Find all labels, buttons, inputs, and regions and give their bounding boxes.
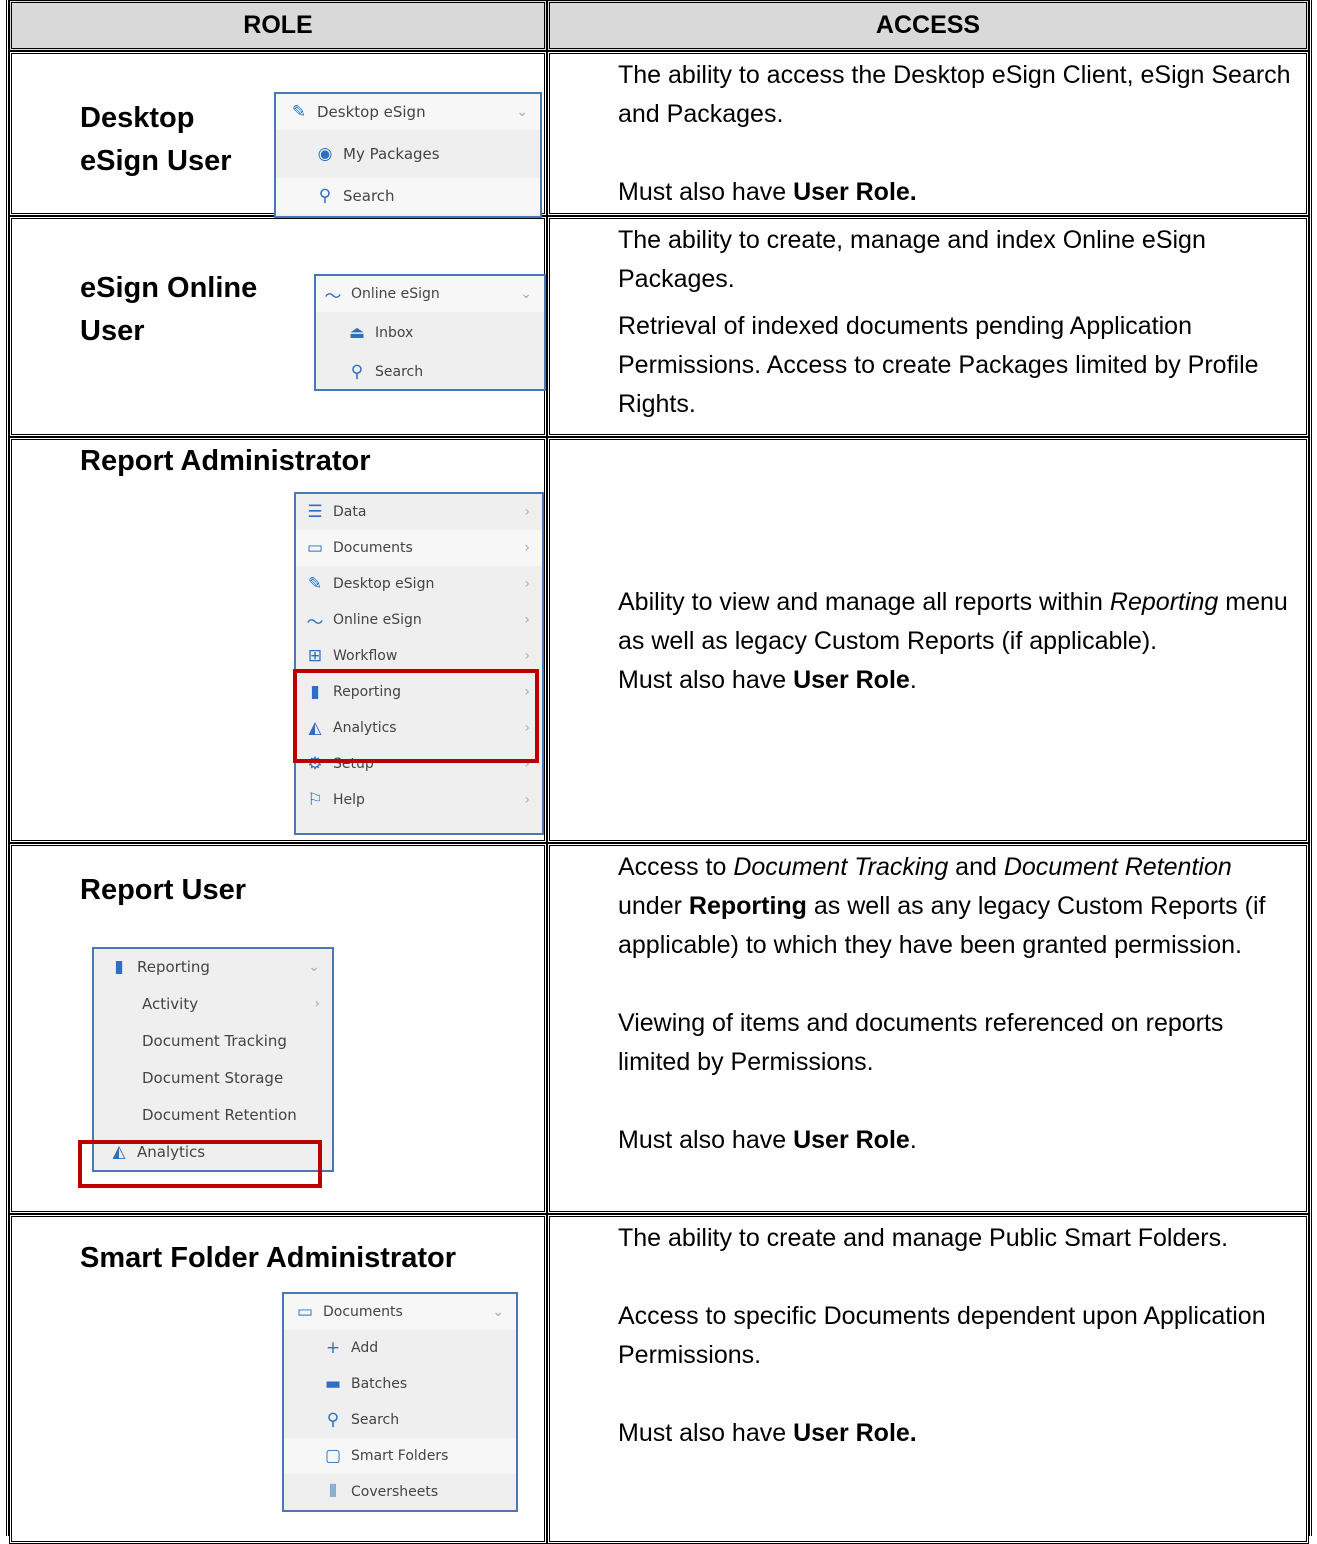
chevron-down-icon: ⌄ [492, 1304, 504, 1320]
menu-item-label: Help [333, 792, 365, 808]
role-name: eSign Online User [80, 272, 258, 347]
access-desktop-esign: The ability to access the Desktop eSign … [547, 51, 1309, 216]
clipboard-icon: ▭ [296, 1302, 314, 1322]
pencil-icon: ✎ [291, 102, 307, 122]
chevron-right-icon: › [314, 996, 320, 1012]
role-name: Desktop eSign User [80, 102, 232, 177]
menu-item-document-storage[interactable]: Document Storage [94, 1060, 332, 1096]
menu-item-documents[interactable]: ▭ Documents › [296, 530, 542, 566]
menu-item-inbox[interactable]: ⏏ Inbox [316, 315, 544, 351]
chevron-right-icon: › [524, 540, 530, 556]
menu-item-desktop-esign[interactable]: ✎ Desktop eSign › [296, 566, 542, 602]
role-name: Report Administrator [80, 445, 371, 477]
menu-item-activity[interactable]: Activity › [94, 986, 332, 1022]
file-icon: ▮ [114, 957, 124, 977]
access-report-user: Access to Document Tracking and Document… [547, 843, 1309, 1214]
menu-item-search[interactable]: ⚲ Search [284, 1402, 516, 1438]
main-nav-menu: ☰ Data › ▭ Documents › ✎ Desktop eSign › 〜 Online … [294, 492, 544, 835]
menu-item-label: Coversheets [351, 1484, 439, 1500]
chevron-down-icon: ⌄ [516, 104, 528, 120]
menu-item-document-retention[interactable]: Document Retention [94, 1097, 332, 1133]
reporting-menu: ▮ Reporting ⌄ Activity › Document Tracking Doc… [92, 947, 334, 1172]
menu-item-online-esign[interactable]: 〜 Online eSign ⌄ [316, 276, 544, 312]
chevron-right-icon: › [524, 612, 530, 628]
menu-item-label: Batches [351, 1376, 408, 1392]
signature-icon: 〜 [324, 286, 342, 307]
folder-icon: ▢ [324, 1446, 342, 1466]
menu-item-label: Activity [142, 995, 199, 1013]
menu-item-online-esign[interactable]: 〜 Online eSign › [296, 602, 542, 638]
chevron-right-icon: › [524, 648, 530, 664]
menu-item-label: Document Retention [142, 1106, 297, 1124]
menu-item-smart-folders[interactable]: ▢ Smart Folders [284, 1438, 516, 1474]
roles-table: ROLE ACCESS Desktop eSign User ✎ Desktop e… [6, 0, 1312, 1544]
highlight-box [293, 669, 539, 763]
access-esign-online: The ability to create, manage and index … [547, 216, 1309, 437]
menu-item-label: Online eSign [333, 612, 422, 628]
signature-icon: 〜 [306, 612, 324, 633]
menu-item-label: Desktop eSign [333, 576, 435, 592]
search-icon: ⚲ [326, 1410, 340, 1430]
inbox-icon: ⏏ [348, 323, 366, 343]
search-icon: ⚲ [350, 362, 364, 382]
menu-item-batches[interactable]: ▬ Batches [284, 1366, 516, 1402]
menu-item-label: Documents [333, 540, 413, 556]
flag-icon: ⚐ [307, 790, 323, 810]
role-name: Report User [80, 874, 246, 906]
role-cell-report-user: Report User ▮ Reporting ⌄ Activity › Document… [9, 843, 547, 1214]
chevron-down-icon: ⌄ [308, 959, 320, 975]
menu-item-documents[interactable]: ▭ Documents ⌄ [284, 1294, 516, 1330]
menu-item-help[interactable]: ⚐ Help › [296, 782, 542, 818]
role-cell-desktop-esign: Desktop eSign User ✎ Desktop eSign ⌄ ◉ My Pa… [9, 51, 547, 218]
menu-item-search[interactable]: ⚲ Search [316, 354, 544, 390]
menu-item-label: Document Tracking [142, 1032, 287, 1050]
chevron-down-icon: ⌄ [520, 286, 532, 302]
menu-item-my-packages[interactable]: ◉ My Packages [276, 136, 540, 172]
menu-item-label: Data [333, 504, 367, 520]
chevron-right-icon: › [524, 792, 530, 808]
menu-item-label: Search [351, 1412, 400, 1428]
documents-menu: ▭ Documents ⌄ + Add ▬ Batches ⚲ Search ▢ Smart Fol… [282, 1292, 518, 1512]
menu-item-coversheets[interactable]: ⦀ Coversheets [284, 1474, 516, 1510]
menu-item-desktop-esign[interactable]: ✎ Desktop eSign ⌄ [276, 94, 540, 130]
highlight-box [78, 1140, 322, 1188]
menu-item-data[interactable]: ☰ Data › [296, 494, 542, 530]
database-icon: ☰ [307, 502, 323, 522]
menu-item-label: Add [351, 1340, 379, 1356]
menu-item-label: Workflow [333, 648, 398, 664]
access-report-administrator: Ability to view and manage all reports w… [547, 437, 1309, 843]
plus-icon: + [325, 1338, 341, 1358]
sitemap-icon: ⊞ [307, 646, 323, 666]
role-name: Smart Folder Administrator [80, 1242, 456, 1274]
header-role: ROLE [9, 0, 547, 51]
user-circle-icon: ◉ [317, 144, 333, 164]
menu-item-label: Document Storage [142, 1069, 284, 1087]
menu-item-label: Documents [323, 1304, 403, 1320]
role-cell-esign-online: eSign Online User 〜 Online eSign ⌄ ⏏ Inbox ⚲… [9, 216, 547, 437]
chevron-right-icon: › [524, 504, 530, 520]
menu-item-label: Smart Folders [351, 1448, 449, 1464]
menu-item-document-tracking[interactable]: Document Tracking [94, 1023, 332, 1059]
pencil-icon: ✎ [307, 574, 323, 594]
online-esign-menu: 〜 Online eSign ⌄ ⏏ Inbox ⚲ Search [314, 274, 546, 391]
menu-item-reporting[interactable]: ▮ Reporting ⌄ [94, 949, 332, 985]
search-icon: ⚲ [318, 186, 332, 206]
menu-item-add[interactable]: + Add [284, 1330, 516, 1366]
header-access: ACCESS [547, 0, 1309, 51]
chevron-right-icon: › [524, 576, 530, 592]
access-smart-folder-administrator: The ability to create and manage Public … [547, 1214, 1309, 1544]
menu-item-label: Reporting [137, 958, 210, 976]
role-cell-smart-folder-administrator: Smart Folder Administrator ▭ Documents ⌄ + A… [9, 1214, 547, 1544]
desktop-esign-menu: ✎ Desktop eSign ⌄ ◉ My Packages ⚲ Search [274, 92, 542, 218]
clipboard-icon: ▭ [306, 538, 324, 558]
barcode-icon: ⦀ [329, 1482, 337, 1502]
role-cell-report-administrator: Report Administrator ☰ Data › ▭ Documents › ✎ D… [9, 437, 547, 843]
archive-icon: ▬ [324, 1374, 342, 1394]
menu-item-search[interactable]: ⚲ Search [276, 178, 540, 214]
